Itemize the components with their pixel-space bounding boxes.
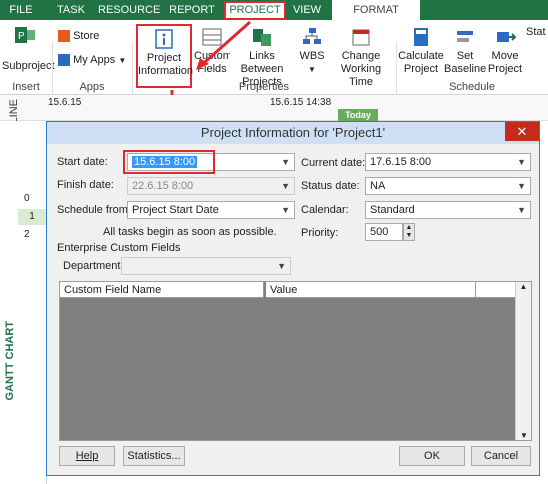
current-date-label: Current date: — [301, 157, 366, 169]
finish-date-value: 22.6.15 8:00 — [132, 180, 194, 192]
gantt-chart-label: GANTT CHART — [4, 321, 16, 401]
spin-up-icon[interactable]: ▲ — [404, 224, 414, 232]
department-select: ▼ — [121, 257, 291, 275]
column-header-empty — [476, 282, 515, 298]
gantt-row-header: 0 1 2 GANTT CHART — [0, 121, 47, 484]
chevron-down-icon: ▼ — [277, 261, 286, 271]
finish-date-field: 22.6.15 8:00 ▼ — [127, 177, 295, 195]
enterprise-fields-label: Enterprise Custom Fields — [57, 242, 181, 254]
start-date-highlight — [123, 150, 215, 174]
current-date-field[interactable]: 17.6.15 8:00 ▼ — [365, 153, 531, 171]
status-date-value: NA — [370, 180, 386, 192]
priority-spinner[interactable]: ▲ ▼ — [403, 223, 415, 241]
column-header-value[interactable]: Value — [266, 282, 476, 298]
row-number-selected[interactable]: 1 — [18, 209, 46, 225]
cancel-button[interactable]: Cancel — [471, 446, 531, 466]
start-date-label: Start date: — [57, 156, 108, 168]
schedule-from-label: Schedule from: — [57, 204, 131, 216]
spin-down-icon[interactable]: ▼ — [404, 232, 414, 240]
status-date-label: Status date: — [301, 180, 360, 192]
priority-input[interactable]: 500 — [365, 223, 403, 241]
status-date-field[interactable]: NA ▼ — [365, 177, 531, 195]
priority-label: Priority: — [301, 227, 339, 239]
chevron-down-icon[interactable]: ▼ — [517, 154, 526, 170]
department-label: Department: — [63, 260, 124, 272]
current-date-value: 17.6.15 8:00 — [370, 156, 432, 168]
timeline-date-start: 15.6.15 — [48, 97, 82, 108]
scroll-up-icon[interactable]: ▲ — [516, 282, 531, 291]
chevron-down-icon[interactable]: ▼ — [517, 202, 526, 218]
custom-fields-grid[interactable]: Custom Field Name Value ▲ ▼ — [59, 281, 532, 441]
column-header-custom-field-name[interactable]: Custom Field Name — [60, 282, 264, 298]
calendar-value: Standard — [370, 204, 415, 216]
today-marker: Today — [338, 109, 378, 121]
schedule-note: All tasks begin as soon as possible. — [103, 226, 277, 238]
chevron-down-icon[interactable]: ▼ — [281, 154, 290, 170]
timeline: 15.6.15 15.6.15 14:38 Today — [0, 95, 548, 121]
finish-date-label: Finish date: — [57, 179, 114, 191]
scroll-down-icon[interactable]: ▼ — [516, 431, 532, 440]
project-information-dialog: Project Information for 'Project1' ✕ Sta… — [46, 121, 540, 476]
schedule-from-select[interactable]: Project Start Date ▼ — [127, 201, 295, 219]
row-number: 2 — [24, 229, 30, 240]
statistics-button[interactable]: Statistics... — [123, 446, 185, 466]
calendar-label: Calendar: — [301, 204, 349, 216]
schedule-from-value: Project Start Date — [132, 204, 219, 216]
chevron-down-icon[interactable]: ▼ — [517, 178, 526, 194]
calendar-select[interactable]: Standard ▼ — [365, 201, 531, 219]
help-label: Help — [75, 450, 99, 462]
close-button[interactable]: ✕ — [505, 122, 539, 141]
dialog-title: Project Information for 'Project1' — [47, 122, 539, 144]
ok-button[interactable]: OK — [399, 446, 465, 466]
timeline-date-now: 15.6.15 14:38 — [270, 97, 332, 108]
chevron-down-icon: ▼ — [281, 181, 290, 191]
chevron-down-icon[interactable]: ▼ — [281, 202, 290, 218]
help-button[interactable]: Help — [59, 446, 115, 466]
row-number: 0 — [24, 193, 30, 204]
grid-scrollbar[interactable]: ▲ ▼ — [515, 282, 531, 440]
